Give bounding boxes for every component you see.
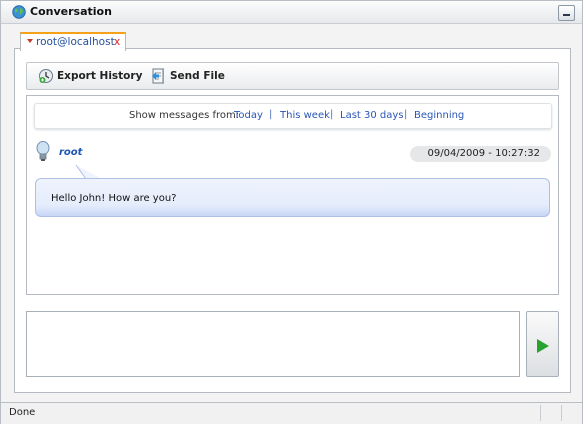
conversation-window: Conversation root@localhost x Export His… <box>0 0 583 424</box>
title-bar: Conversation <box>1 1 582 24</box>
message-bubble: Hello John! How are you? <box>35 178 550 217</box>
send-file-icon <box>152 68 164 84</box>
message-timestamp: 09/04/2009 - 10:27:32 <box>410 146 551 162</box>
window-title: Conversation <box>30 5 112 18</box>
send-message-button[interactable] <box>526 311 559 377</box>
send-file-label[interactable]: Send File <box>170 70 225 82</box>
minimize-icon <box>563 14 570 16</box>
play-icon <box>537 339 549 353</box>
export-history-icon <box>39 69 53 83</box>
message-filter-bar: Show messages from: Today | This week | … <box>34 103 552 129</box>
status-text: Done <box>9 407 36 418</box>
message-text: Hello John! How are you? <box>51 193 177 204</box>
tab-close-button[interactable]: x <box>114 36 120 48</box>
filter-separator: | <box>330 109 334 120</box>
filter-last-30-days-link[interactable]: Last 30 days <box>340 110 404 121</box>
filter-this-week-link[interactable]: This week <box>280 110 330 121</box>
lightbulb-icon <box>36 141 50 161</box>
filter-today-link[interactable]: Today <box>234 110 263 121</box>
globe-icon <box>12 5 26 19</box>
filter-beginning-link[interactable]: Beginning <box>414 110 464 121</box>
status-pane <box>561 405 580 421</box>
message-history[interactable]: Show messages from: Today | This week | … <box>26 95 559 295</box>
status-pane <box>540 405 559 421</box>
minimize-button[interactable] <box>558 5 575 21</box>
export-history-button[interactable]: Export History <box>38 68 142 84</box>
export-history-label[interactable]: Export History <box>57 70 142 82</box>
tab-root-localhost[interactable]: root@localhost x <box>20 32 126 51</box>
status-bar: Done <box>1 402 582 424</box>
tab-label[interactable]: root@localhost <box>36 36 115 48</box>
filter-label: Show messages from: <box>129 110 240 121</box>
toolbar: Export History Send File <box>26 62 559 90</box>
timestamp-text: 09/04/2009 - 10:27:32 <box>427 148 540 159</box>
filter-separator: | <box>269 109 273 120</box>
chevron-down-icon[interactable] <box>27 39 33 43</box>
send-file-button[interactable]: Send File <box>150 68 225 84</box>
message-sender[interactable]: root <box>59 147 82 158</box>
filter-separator: | <box>404 109 408 120</box>
message-input[interactable] <box>26 311 520 377</box>
